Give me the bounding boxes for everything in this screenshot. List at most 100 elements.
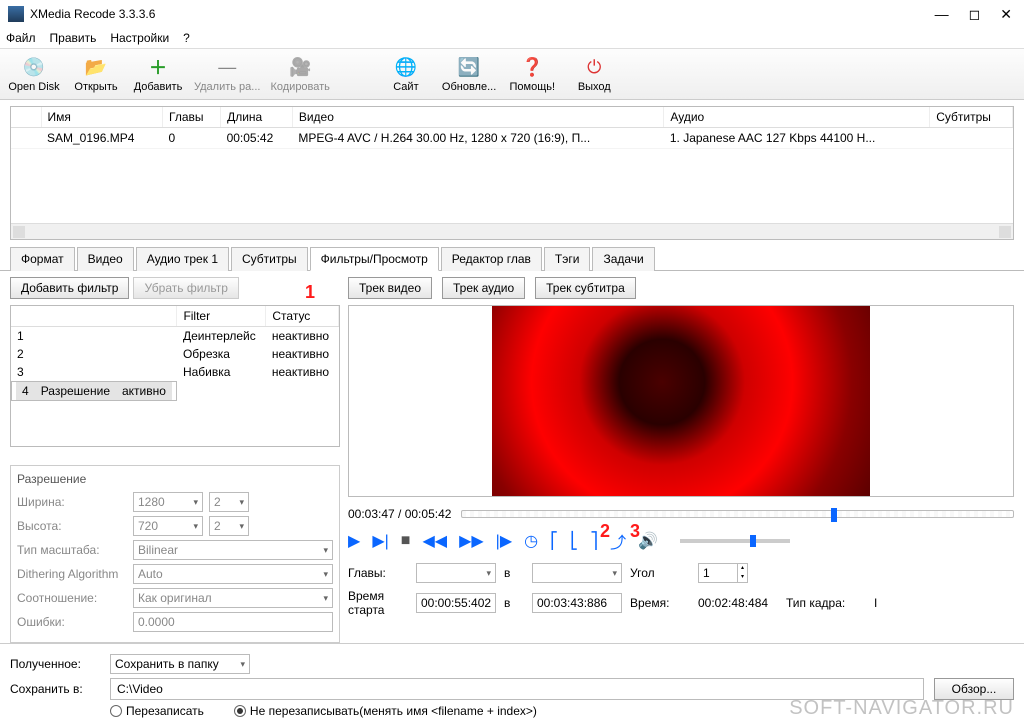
- next-icon[interactable]: ▶|: [372, 531, 388, 551]
- resolution-header: Разрешение: [17, 472, 333, 486]
- clock-icon[interactable]: ◷: [524, 531, 538, 551]
- window-title: XMedia Recode 3.3.3.6: [30, 7, 935, 21]
- filter-row[interactable]: 3Набивканеактивно: [11, 363, 339, 381]
- frame-type-value: I: [874, 596, 904, 610]
- audio-track-button[interactable]: Трек аудио: [442, 277, 525, 299]
- width-select[interactable]: 1280▾: [133, 492, 203, 512]
- player-controls: ▶ ▶| ■ ◀◀ ▶▶ |▶ ◷ ⎡ ⎣ ⎤ ⤴ 🔊: [348, 529, 1014, 553]
- tab-audio1[interactable]: Аудио трек 1: [136, 247, 229, 271]
- save-path-field[interactable]: C:\Video: [110, 678, 924, 700]
- filter-row[interactable]: 4Разрешениеактивно: [11, 381, 177, 401]
- ratio-select[interactable]: Как оригинал▾: [133, 588, 333, 608]
- preview-pane: [348, 305, 1014, 497]
- chapter-to-select[interactable]: ▾: [532, 563, 622, 583]
- col-name[interactable]: Имя: [41, 107, 163, 128]
- disc-icon: 💿: [22, 55, 46, 79]
- power-icon: ⏻: [582, 55, 606, 79]
- help-icon: ❓: [520, 55, 544, 79]
- filter-row[interactable]: 1Деинтерлейснеактивно: [11, 327, 339, 346]
- plus-icon: ＋: [146, 55, 170, 79]
- menu-file[interactable]: Файл: [6, 31, 36, 45]
- remove-button[interactable]: —Удалить ра...: [194, 55, 260, 93]
- tab-filters[interactable]: Фильтры/Просмотр: [310, 247, 439, 271]
- angle-stepper[interactable]: 1▴▾: [698, 563, 778, 583]
- open-disk-button[interactable]: 💿Open Disk: [8, 55, 60, 93]
- step-icon[interactable]: |▶: [496, 531, 512, 551]
- tab-subtitles[interactable]: Субтитры: [231, 247, 308, 271]
- tab-tags[interactable]: Тэги: [544, 247, 591, 271]
- file-table[interactable]: Имя Главы Длина Видео Аудио Субтитры SAM…: [11, 107, 1013, 149]
- subtitle-track-button[interactable]: Трек субтитра: [535, 277, 636, 299]
- close-button[interactable]: ✕: [1000, 6, 1012, 23]
- menu-help[interactable]: ?: [183, 31, 190, 45]
- tab-format[interactable]: Формат: [10, 247, 75, 271]
- horizontal-scrollbar[interactable]: [11, 223, 1013, 239]
- open-button[interactable]: 📂Открыть: [70, 55, 122, 93]
- exit-button[interactable]: ⏻Выход: [568, 55, 620, 93]
- col-audio[interactable]: Аудио: [664, 107, 930, 128]
- tab-tasks[interactable]: Задачи: [592, 247, 654, 271]
- refresh-icon: 🔄: [457, 55, 481, 79]
- resolution-panel: Разрешение Ширина:1280▾2▾ Высота:720▾2▾ …: [10, 465, 340, 643]
- tab-chapters[interactable]: Редактор глав: [441, 247, 542, 271]
- chapter-from-select[interactable]: ▾: [416, 563, 496, 583]
- encode-button[interactable]: 🎥Кодировать: [270, 55, 329, 93]
- file-list-panel: Имя Главы Длина Видео Аудио Субтитры SAM…: [10, 106, 1014, 240]
- titlebar: XMedia Recode 3.3.3.6 — ◻ ✕: [0, 0, 1024, 28]
- stop-icon[interactable]: ■: [401, 532, 411, 550]
- rewind-icon[interactable]: ◀◀: [422, 531, 447, 551]
- add-button[interactable]: ＋Добавить: [132, 55, 184, 93]
- scale-select[interactable]: Bilinear▾: [133, 540, 333, 560]
- minimize-button[interactable]: —: [935, 6, 949, 23]
- received-select[interactable]: Сохранить в папку▾: [110, 654, 250, 674]
- updates-button[interactable]: 🔄Обновле...: [442, 55, 496, 93]
- add-filter-button[interactable]: Добавить фильтр: [10, 277, 129, 299]
- overwrite-radio[interactable]: Перезаписать: [110, 704, 204, 718]
- mark-a-icon[interactable]: ⎣: [570, 531, 578, 551]
- no-overwrite-radio[interactable]: Не перезаписывать(менять имя <filename +…: [234, 704, 537, 718]
- start-time-field[interactable]: 00:00:55:402: [416, 593, 496, 613]
- col-video[interactable]: Видео: [292, 107, 664, 128]
- col-subs[interactable]: Субтитры: [930, 107, 1013, 128]
- end-time-field[interactable]: 00:03:43:886: [532, 593, 622, 613]
- maximize-button[interactable]: ◻: [969, 6, 981, 23]
- filter-table[interactable]: FilterСтатус 1Деинтерлейснеактивно 2Обре…: [11, 306, 339, 401]
- seek-slider[interactable]: [461, 510, 1014, 518]
- col-chapters[interactable]: Главы: [163, 107, 221, 128]
- volume-slider[interactable]: [680, 539, 790, 543]
- toolbar: 💿Open Disk 📂Открыть ＋Добавить —Удалить р…: [0, 48, 1024, 100]
- forward-icon[interactable]: ▶▶: [459, 531, 484, 551]
- menu-settings[interactable]: Настройки: [110, 31, 169, 45]
- height-step-select[interactable]: 2▾: [209, 516, 249, 536]
- tab-video[interactable]: Видео: [77, 247, 134, 271]
- export-icon[interactable]: ⤴: [610, 529, 626, 553]
- volume-icon[interactable]: 🔊: [638, 531, 658, 551]
- folder-open-icon: 📂: [84, 55, 108, 79]
- site-button[interactable]: 🌐Сайт: [380, 55, 432, 93]
- preview-image: [492, 306, 870, 496]
- help-button[interactable]: ❓Помощь!: [506, 55, 558, 93]
- time-display: 00:03:47 / 00:05:42: [348, 507, 451, 521]
- mark-in-icon[interactable]: ⎡: [550, 531, 558, 551]
- bottom-panel: Полученное: Сохранить в папку▾ Сохранить…: [0, 643, 1024, 728]
- table-row[interactable]: SAM_0196.MP4 0 00:05:42 MPEG-4 AVC / H.2…: [11, 128, 1013, 149]
- globe-icon: 🌐: [394, 55, 418, 79]
- app-icon: [8, 6, 24, 22]
- minus-icon: —: [215, 55, 239, 79]
- duration-value: 00:02:48:484: [698, 596, 778, 610]
- tabs: Формат Видео Аудио трек 1 Субтитры Фильт…: [0, 246, 1024, 271]
- width-step-select[interactable]: 2▾: [209, 492, 249, 512]
- col-length[interactable]: Длина: [221, 107, 293, 128]
- camera-icon: 🎥: [288, 55, 312, 79]
- height-select[interactable]: 720▾: [133, 516, 203, 536]
- dither-select[interactable]: Auto▾: [133, 564, 333, 584]
- menubar: Файл Править Настройки ?: [0, 28, 1024, 48]
- mark-out-icon[interactable]: ⎤: [590, 531, 598, 551]
- browse-button[interactable]: Обзор...: [934, 678, 1014, 700]
- filter-row[interactable]: 2Обрезканеактивно: [11, 345, 339, 363]
- play-icon[interactable]: ▶: [348, 531, 360, 551]
- errors-field[interactable]: 0.0000: [133, 612, 333, 632]
- menu-edit[interactable]: Править: [50, 31, 97, 45]
- remove-filter-button[interactable]: Убрать фильтр: [133, 277, 238, 299]
- video-track-button[interactable]: Трек видео: [348, 277, 432, 299]
